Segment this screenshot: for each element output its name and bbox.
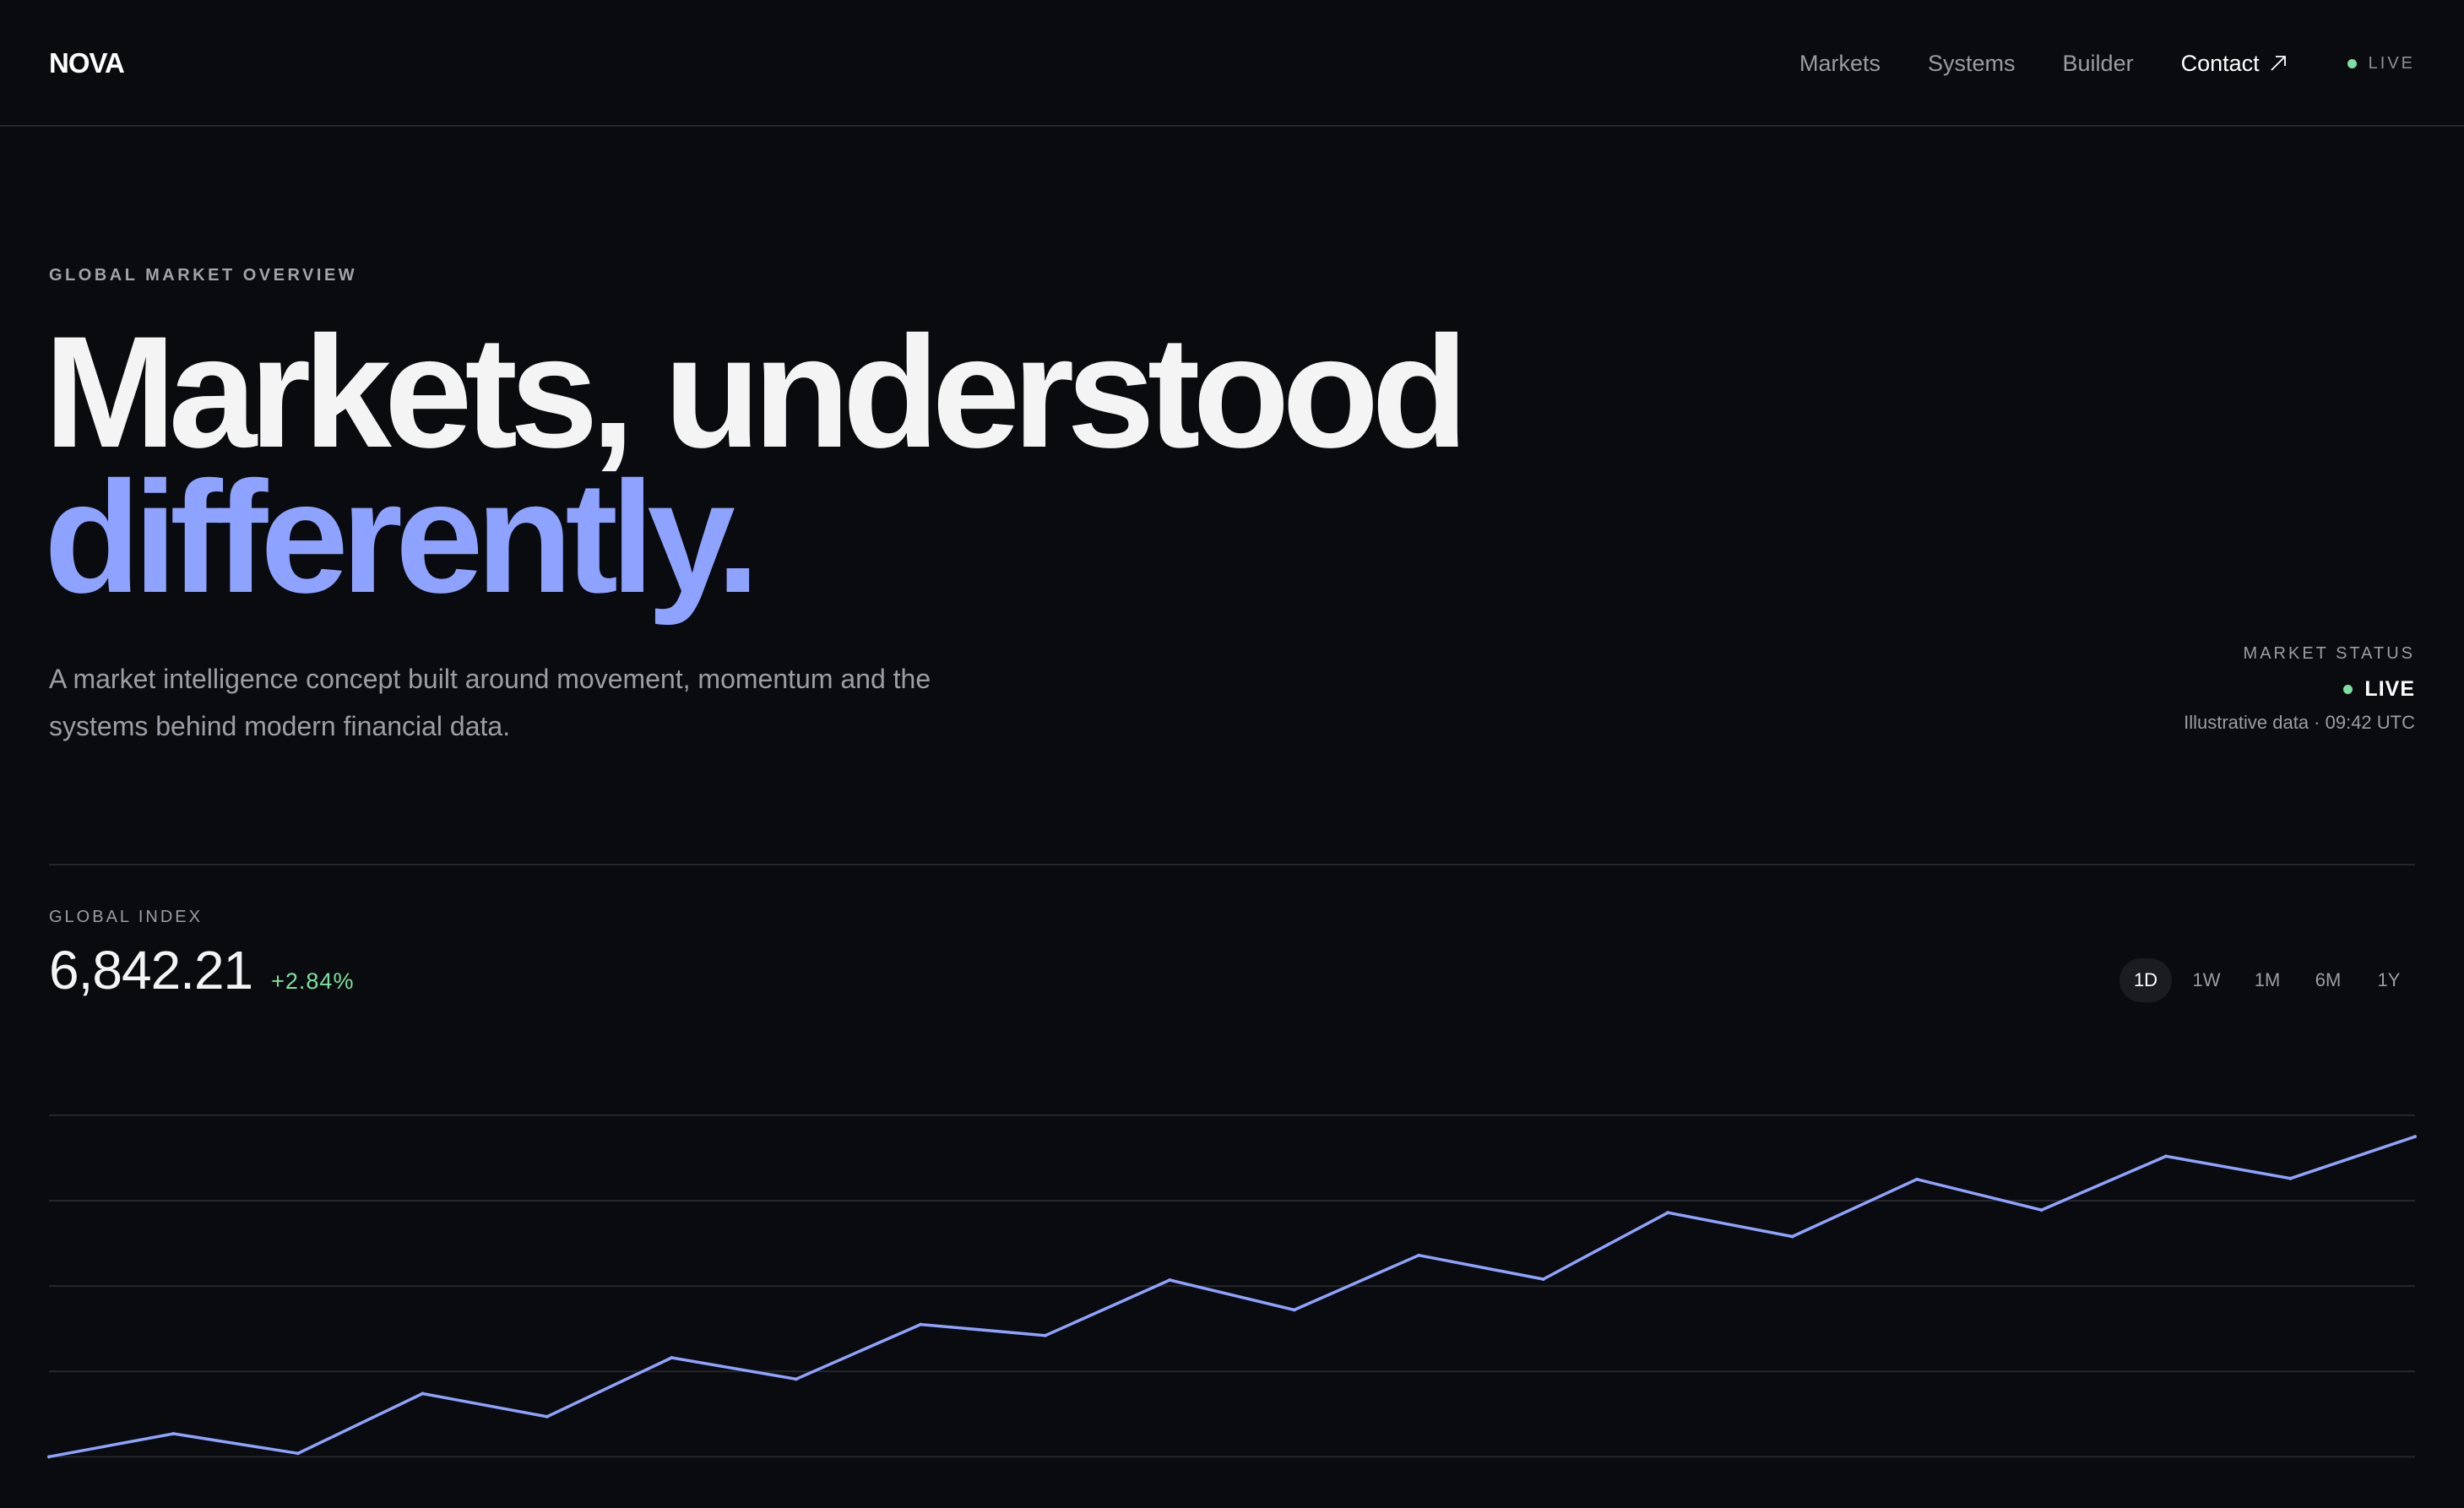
index-label: GLOBAL INDEX <box>49 908 203 926</box>
index-series-line <box>48 1135 2416 1459</box>
index-series-point <box>171 1432 176 1436</box>
index-series-point <box>545 1414 549 1418</box>
index-value: 6,842.21 <box>49 940 253 1001</box>
contact-label: Contact <box>2180 51 2260 76</box>
index-series-point <box>919 1322 923 1326</box>
headline-line-2: differently. <box>44 448 760 626</box>
index-series-point <box>2164 1154 2168 1158</box>
index-series-point <box>1417 1253 1421 1257</box>
index-series-point <box>296 1451 300 1456</box>
market-status-label: MARKET STATUS <box>2243 644 2415 663</box>
index-series-point <box>2039 1208 2043 1212</box>
hero-headline: Markets, understood differently. <box>44 312 1468 626</box>
hero-description: A market intelligence concept built arou… <box>49 664 931 741</box>
market-status-value: LIVE <box>2184 677 2415 702</box>
nav-link-builder[interactable]: Builder <box>2063 46 2134 80</box>
arrow-up-right-icon <box>2271 56 2286 71</box>
index-series-point <box>1915 1177 1919 1181</box>
range-1y[interactable]: 1Y <box>2363 958 2415 1002</box>
section-eyebrow: GLOBAL MARKET OVERVIEW <box>49 266 358 285</box>
range-1w[interactable]: 1W <box>2180 958 2233 1002</box>
index-series-point <box>47 1455 51 1459</box>
index-line-chart <box>47 1114 2417 1459</box>
index-series-point <box>421 1391 425 1396</box>
nav-link-systems[interactable]: Systems <box>1928 46 2016 80</box>
index-series-point <box>1292 1308 1296 1312</box>
brand-logo[interactable]: NOVA <box>49 46 125 80</box>
market-status-text: LIVE <box>2364 677 2415 701</box>
index-series-point <box>1666 1211 1670 1215</box>
index-series-point <box>1790 1234 1794 1239</box>
time-range-selector: 1D 1W 1M 6M 1Y <box>2119 958 2415 1002</box>
index-series-point <box>670 1356 674 1360</box>
status-dot-icon <box>2347 58 2357 68</box>
index-series-point <box>1168 1278 1172 1283</box>
index-series-point <box>2288 1176 2293 1180</box>
top-navigation-bar: NOVA Markets Systems Builder Contact LIV… <box>0 0 2464 127</box>
market-status-panel: MARKET STATUS LIVE Illustrative data · 0… <box>2184 642 2415 734</box>
index-series-point <box>2413 1135 2417 1139</box>
range-1d[interactable]: 1D <box>2119 958 2172 1002</box>
range-1m[interactable]: 1M <box>2241 958 2293 1002</box>
index-change: +2.84% <box>271 968 355 994</box>
nav-link-contact[interactable]: Contact <box>2181 46 2288 80</box>
market-status-meta: Illustrative data · 09:42 UTC <box>2184 712 2415 733</box>
live-indicator: LIVE <box>2347 54 2415 73</box>
index-series-point <box>1043 1333 1047 1337</box>
section-divider <box>49 864 2415 865</box>
live-label: LIVE <box>2368 53 2415 73</box>
nav-link-markets[interactable]: Markets <box>1799 46 1881 80</box>
index-series-point <box>1541 1277 1545 1282</box>
nav-menu: Markets Systems Builder Contact LIVE <box>1752 46 2415 80</box>
status-dot-icon <box>2343 685 2353 694</box>
index-value-row: 6,842.21 +2.84% <box>49 939 354 1001</box>
range-6m[interactable]: 6M <box>2302 958 2354 1002</box>
index-series-point <box>794 1377 798 1381</box>
